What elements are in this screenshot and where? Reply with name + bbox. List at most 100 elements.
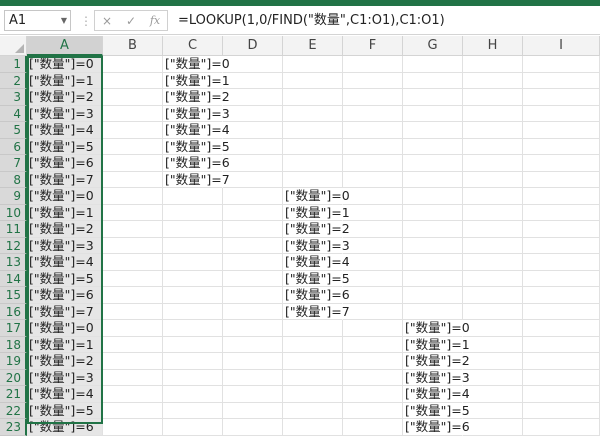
cell-d8[interactable] xyxy=(223,171,283,188)
cell-a14[interactable]: ["数量"]=5 xyxy=(27,270,103,287)
cell-g14[interactable] xyxy=(403,270,463,287)
cell-e21[interactable] xyxy=(283,386,343,403)
cell-a16[interactable]: ["数量"]=7 xyxy=(27,303,103,320)
row-header[interactable]: 22 xyxy=(0,402,27,419)
cell-b4[interactable] xyxy=(103,105,163,122)
cell-d1[interactable] xyxy=(223,56,283,73)
cell-b11[interactable] xyxy=(103,221,163,238)
cell-i8[interactable] xyxy=(523,171,600,188)
cell-d10[interactable] xyxy=(223,204,283,221)
enter-icon[interactable]: ✓ xyxy=(119,11,143,31)
cell-b2[interactable] xyxy=(103,72,163,89)
cell-c10[interactable] xyxy=(163,204,223,221)
cell-a10[interactable]: ["数量"]=1 xyxy=(27,204,103,221)
cell-f10[interactable] xyxy=(343,204,403,221)
cell-g15[interactable] xyxy=(403,287,463,304)
cell-d14[interactable] xyxy=(223,270,283,287)
row-header[interactable]: 6 xyxy=(0,138,27,155)
cell-b7[interactable] xyxy=(103,155,163,172)
cell-f12[interactable] xyxy=(343,237,403,254)
cell-h23[interactable] xyxy=(463,419,523,436)
cell-f17[interactable] xyxy=(343,320,403,337)
cell-i15[interactable] xyxy=(523,287,600,304)
cell-e13[interactable]: ["数量"]=4 xyxy=(283,254,350,271)
cell-d4[interactable] xyxy=(223,105,283,122)
cell-b8[interactable] xyxy=(103,171,163,188)
cell-b5[interactable] xyxy=(103,122,163,139)
cell-e10[interactable]: ["数量"]=1 xyxy=(283,205,350,221)
cell-g11[interactable] xyxy=(403,221,463,238)
cell-h18[interactable] xyxy=(463,336,523,353)
row-header[interactable]: 14 xyxy=(0,270,27,287)
row-header[interactable]: 8 xyxy=(0,171,27,188)
cell-c16[interactable] xyxy=(163,303,223,320)
cell-e6[interactable] xyxy=(283,138,343,155)
cell-b1[interactable] xyxy=(103,56,163,73)
cell-f1[interactable] xyxy=(343,56,403,73)
cell-f5[interactable] xyxy=(343,122,403,139)
cell-e9[interactable]: ["数量"]=0 xyxy=(283,188,350,205)
row-header[interactable]: 1 xyxy=(0,56,27,73)
select-all-corner[interactable] xyxy=(0,36,27,56)
row-header[interactable]: 4 xyxy=(0,105,27,122)
cell-g9[interactable] xyxy=(403,188,463,205)
cell-i2[interactable] xyxy=(523,72,600,89)
cell-g17[interactable]: ["数量"]=0 xyxy=(403,320,470,337)
cell-i19[interactable] xyxy=(523,353,600,370)
cell-f4[interactable] xyxy=(343,105,403,122)
cell-a6[interactable]: ["数量"]=5 xyxy=(27,138,103,155)
cell-b10[interactable] xyxy=(103,204,163,221)
cell-i17[interactable] xyxy=(523,320,600,337)
cell-a18[interactable]: ["数量"]=1 xyxy=(27,336,103,353)
cell-i9[interactable] xyxy=(523,188,600,205)
cell-h15[interactable] xyxy=(463,287,523,304)
cell-c13[interactable] xyxy=(163,254,223,271)
cell-f19[interactable] xyxy=(343,353,403,370)
cell-i4[interactable] xyxy=(523,105,600,122)
cell-g19[interactable]: ["数量"]=2 xyxy=(403,353,470,370)
cell-i1[interactable] xyxy=(523,56,600,73)
cell-g2[interactable] xyxy=(403,72,463,89)
cell-d16[interactable] xyxy=(223,303,283,320)
cell-b3[interactable] xyxy=(103,89,163,106)
cell-g16[interactable] xyxy=(403,303,463,320)
cell-d11[interactable] xyxy=(223,221,283,238)
cell-b13[interactable] xyxy=(103,254,163,271)
cell-h11[interactable] xyxy=(463,221,523,238)
cell-e19[interactable] xyxy=(283,353,343,370)
cell-g21[interactable]: ["数量"]=4 xyxy=(403,386,470,403)
cell-h7[interactable] xyxy=(463,155,523,172)
cell-d6[interactable] xyxy=(223,138,283,155)
cell-a2[interactable]: ["数量"]=1 xyxy=(27,72,103,89)
row-header[interactable]: 11 xyxy=(0,221,27,238)
cell-h20[interactable] xyxy=(463,369,523,386)
cell-h6[interactable] xyxy=(463,138,523,155)
row-header[interactable]: 20 xyxy=(0,369,27,386)
cell-a23[interactable]: ["数量"]=6 xyxy=(27,419,103,436)
cell-b16[interactable] xyxy=(103,303,163,320)
cell-i5[interactable] xyxy=(523,122,600,139)
cell-a17[interactable]: ["数量"]=0 xyxy=(27,320,103,337)
column-header-g[interactable]: G xyxy=(403,36,463,56)
cell-e11[interactable]: ["数量"]=2 xyxy=(283,221,350,238)
name-box[interactable]: A1 ▼ xyxy=(4,10,71,31)
cell-g5[interactable] xyxy=(403,122,463,139)
cell-g3[interactable] xyxy=(403,89,463,106)
cell-f18[interactable] xyxy=(343,336,403,353)
cell-e23[interactable] xyxy=(283,419,343,436)
cell-h4[interactable] xyxy=(463,105,523,122)
cell-c3[interactable]: ["数量"]=2 xyxy=(163,89,230,106)
cell-i22[interactable] xyxy=(523,402,600,419)
cell-g4[interactable] xyxy=(403,105,463,122)
cell-c18[interactable] xyxy=(163,336,223,353)
cell-f3[interactable] xyxy=(343,89,403,106)
cell-c6[interactable]: ["数量"]=5 xyxy=(163,139,230,155)
cell-d9[interactable] xyxy=(223,188,283,205)
cell-d13[interactable] xyxy=(223,254,283,271)
cell-e14[interactable]: ["数量"]=5 xyxy=(283,271,350,287)
cell-c20[interactable] xyxy=(163,369,223,386)
cell-a1[interactable]: ["数量"]=0 xyxy=(27,56,103,73)
cell-e16[interactable]: ["数量"]=7 xyxy=(283,304,350,320)
cell-b19[interactable] xyxy=(103,353,163,370)
cell-f8[interactable] xyxy=(343,171,403,188)
